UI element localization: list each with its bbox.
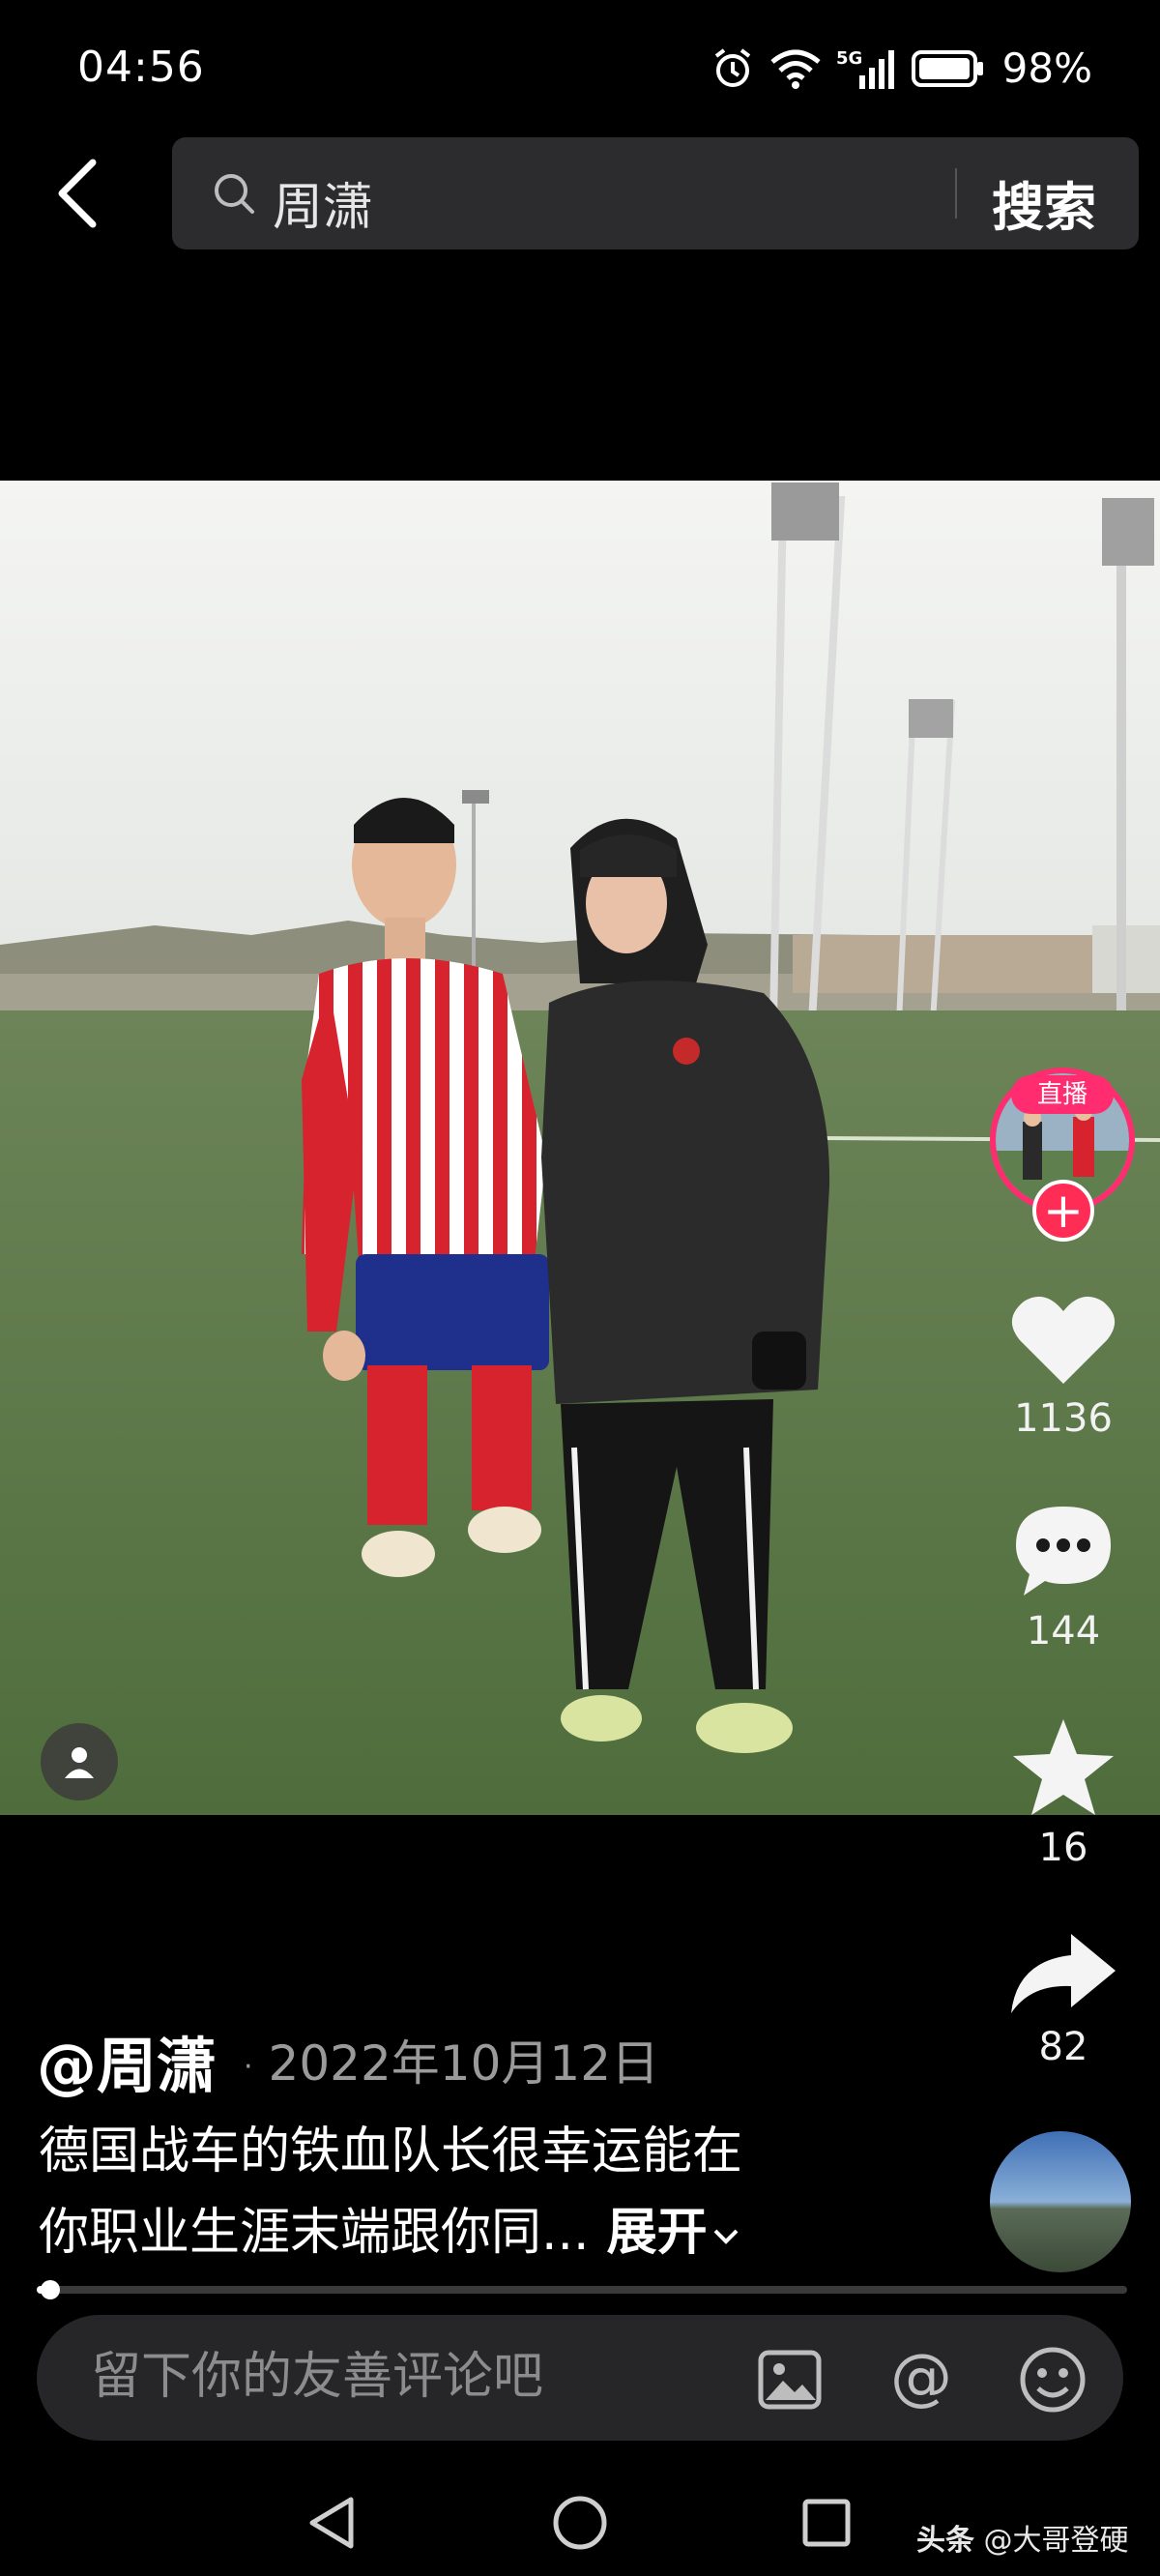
status-icons: 5G 98%	[710, 44, 1092, 92]
date-separator: ·	[244, 2050, 253, 2084]
search-icon	[215, 174, 254, 214]
watermark: 头条 @大哥登硬	[916, 2516, 1129, 2559]
comment-input[interactable]	[91, 2348, 748, 2406]
follow-button[interactable]: +	[1032, 1180, 1094, 1242]
nav-back-button[interactable]	[298, 2489, 365, 2557]
post-date-text: 2022年10月12日	[268, 2035, 660, 2092]
emoji-button[interactable]	[1017, 2344, 1088, 2415]
share-button[interactable]: 82	[996, 1930, 1131, 2069]
star-icon	[1013, 1719, 1114, 1815]
battery-icon	[911, 48, 985, 89]
description-line-2: 你职业生涯末端跟你同... 展开	[39, 2191, 740, 2264]
svg-text:5G: 5G	[836, 48, 862, 69]
clock: 04:56	[77, 43, 205, 92]
image-button[interactable]	[754, 2344, 826, 2415]
watermark-brand: 头条	[916, 2524, 974, 2558]
comment-button[interactable]: 144	[996, 1501, 1131, 1654]
comment-bar: @	[37, 2315, 1123, 2441]
live-badge: 直播	[1011, 1075, 1114, 1114]
wifi-icon	[768, 46, 823, 91]
heart-icon	[1011, 1296, 1116, 1384]
emoji-icon	[1020, 2347, 1086, 2413]
signal-icon: 5G	[836, 46, 898, 91]
square-recents-icon	[802, 2499, 851, 2547]
svg-text:@: @	[890, 2346, 952, 2414]
mention-button[interactable]: @	[885, 2344, 957, 2415]
chevron-left-icon	[58, 159, 97, 228]
search-button[interactable]: 搜索	[992, 164, 1096, 241]
user-tag-button[interactable]	[41, 1723, 118, 1800]
share-count: 82	[1038, 2025, 1088, 2069]
comment-icon	[1016, 1507, 1111, 1595]
video-progress-handle[interactable]	[41, 2280, 60, 2299]
favorite-count: 16	[1038, 1826, 1088, 1870]
favorite-button[interactable]: 16	[996, 1717, 1131, 1870]
battery-level: 98%	[1001, 44, 1092, 92]
person-icon	[65, 1747, 94, 1778]
expand-label: 展开	[606, 2204, 708, 2262]
post-date: · 2022年10月12日	[244, 2025, 659, 2094]
alarm-icon	[710, 46, 755, 91]
watermark-handle: @大哥登硬	[983, 2524, 1129, 2558]
back-button[interactable]	[39, 145, 116, 242]
search-query[interactable]: 周潇	[273, 166, 373, 239]
like-button[interactable]: 1136	[996, 1292, 1131, 1441]
circle-home-icon	[553, 2496, 607, 2550]
video-post-screen: 04:56 5G 98% 周潇 搜索 直播 + 1136 144 16 82 @…	[0, 0, 1160, 2576]
like-count: 1136	[1014, 1396, 1113, 1441]
comment-count: 144	[1026, 1609, 1101, 1654]
chevron-down-icon	[713, 2229, 739, 2244]
post-photo[interactable]	[0, 481, 1160, 1815]
description-line-1: 德国战车的铁血队长很幸运能在	[39, 2122, 743, 2181]
description-line-2-text: 你职业生涯末端跟你同...	[39, 2204, 590, 2262]
nav-recents-button[interactable]	[793, 2489, 860, 2557]
share-icon	[1011, 1934, 1116, 2013]
search-bar[interactable]: 周潇 搜索	[172, 137, 1139, 249]
music-disc[interactable]	[990, 2131, 1131, 2272]
triangle-back-icon	[309, 2497, 354, 2549]
image-icon	[758, 2350, 822, 2410]
author-name[interactable]: @周潇	[37, 2017, 217, 2104]
search-divider	[955, 168, 957, 219]
status-bar: 04:56 5G 98%	[0, 0, 1160, 135]
nav-home-button[interactable]	[546, 2489, 614, 2557]
at-sign-icon: @	[890, 2346, 952, 2414]
expand-button[interactable]: 展开	[607, 2204, 740, 2262]
video-progress[interactable]	[37, 2286, 1127, 2294]
